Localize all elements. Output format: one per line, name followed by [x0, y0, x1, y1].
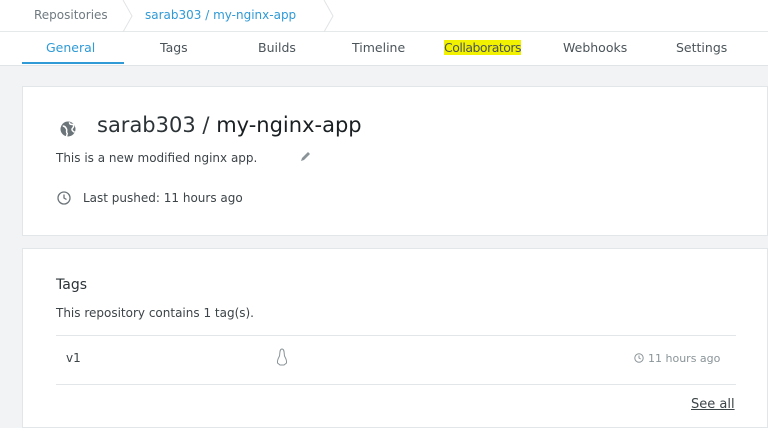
divider	[56, 335, 736, 336]
tags-heading: Tags	[56, 277, 87, 293]
linux-icon	[276, 348, 288, 366]
clock-icon	[634, 353, 644, 363]
edit-pencil-icon[interactable]	[299, 151, 311, 163]
tab-general[interactable]: General	[46, 40, 95, 55]
breadcrumb-repositories[interactable]: Repositories	[34, 8, 108, 22]
repo-description: This is a new modified nginx app.	[56, 151, 258, 165]
tag-pushed-time: 11 hours ago	[648, 352, 721, 365]
tab-tags[interactable]: Tags	[160, 40, 188, 55]
last-pushed: Last pushed: 11 hours ago	[83, 191, 243, 205]
globe-icon	[60, 121, 76, 137]
tab-settings[interactable]: Settings	[676, 40, 727, 55]
tab-collaborators[interactable]: Collaborators	[444, 40, 522, 55]
repo-title: sarab303 / my-nginx-app	[97, 113, 362, 137]
tag-name[interactable]: v1	[66, 351, 81, 365]
repo-owner: sarab303	[97, 113, 196, 137]
breadcrumb-separator-icon	[323, 0, 334, 32]
divider	[56, 384, 736, 385]
see-all-link[interactable]: See all	[691, 397, 735, 412]
tab-timeline[interactable]: Timeline	[352, 40, 405, 55]
tags-card: Tags This repository contains 1 tag(s). …	[22, 248, 768, 428]
tab-builds[interactable]: Builds	[258, 40, 296, 55]
tags-summary: This repository contains 1 tag(s).	[56, 306, 254, 320]
breadcrumb-current-repo[interactable]: sarab303 / my-nginx-app	[145, 8, 296, 22]
clock-icon	[57, 191, 71, 205]
tab-bar: General Tags Builds Timeline Collaborato…	[0, 32, 768, 66]
repo-separator: /	[202, 113, 210, 137]
breadcrumb: Repositories sarab303 / my-nginx-app	[0, 0, 768, 32]
repo-info-card: sarab303 / my-nginx-app This is a new mo…	[22, 86, 768, 236]
repo-name: my-nginx-app	[216, 113, 362, 137]
tab-webhooks[interactable]: Webhooks	[563, 40, 627, 55]
active-tab-indicator	[22, 62, 124, 64]
breadcrumb-separator-icon	[122, 0, 133, 32]
